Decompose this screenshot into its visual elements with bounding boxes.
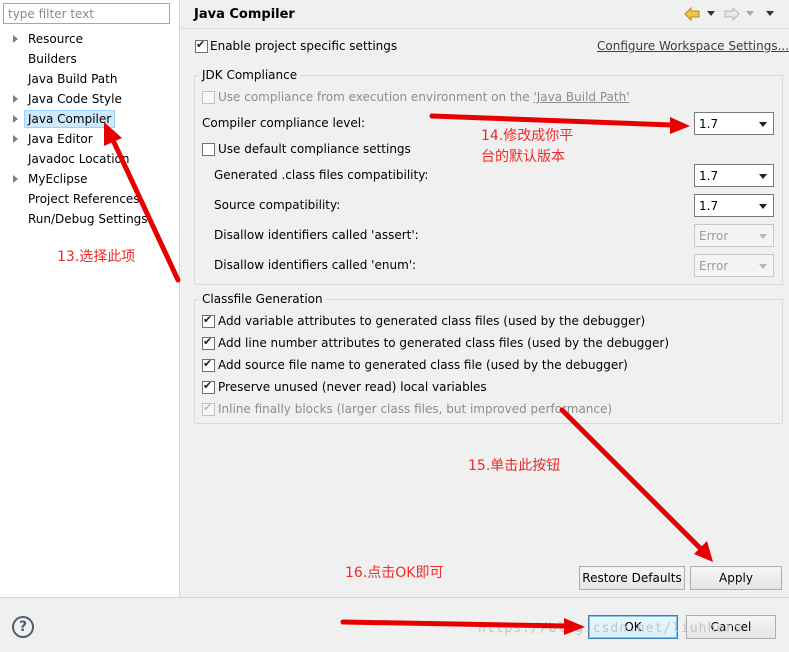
annotation-step16: 16.点击OK即可 <box>345 565 444 581</box>
expand-chevron-icon[interactable] <box>13 115 18 123</box>
compliance-level-label: Compiler compliance level: <box>202 116 366 130</box>
tree-item[interactable]: Builders <box>0 50 178 68</box>
forward-menu-chevron-down-icon[interactable] <box>746 11 754 16</box>
back-menu-chevron-down-icon[interactable] <box>707 11 715 16</box>
view-menu-chevron-down-icon[interactable] <box>766 11 774 16</box>
tree-item[interactable]: Resource <box>0 30 178 48</box>
classfile-option-checkbox[interactable] <box>202 401 215 416</box>
tree-item-label: Project References <box>28 192 140 206</box>
jdk-compliance-title: JDK Compliance <box>199 67 301 83</box>
expand-chevron-icon[interactable] <box>13 95 18 103</box>
restore-defaults-button[interactable]: Restore Defaults <box>579 566 685 590</box>
footer-divider <box>0 597 789 598</box>
classfile-option-checkbox[interactable] <box>202 379 215 394</box>
forward-arrow-icon[interactable] <box>724 6 740 22</box>
source-compat-select[interactable]: 1.7 <box>694 194 774 217</box>
annotation-step15: 15.单击此按钮 <box>468 458 561 474</box>
classfile-generation-title: Classfile Generation <box>199 291 326 307</box>
tree-item[interactable]: Java Compiler <box>0 110 178 128</box>
class-compat-select[interactable]: 1.7 <box>694 164 774 187</box>
compliance-level-select[interactable]: 1.7 <box>694 112 774 135</box>
use-default-compliance-label: Use default compliance settings <box>218 142 411 156</box>
chevron-down-icon <box>759 174 767 179</box>
chevron-down-icon <box>759 122 767 127</box>
tree-item-label: Java Compiler <box>24 110 116 128</box>
tree-item-label: Resource <box>28 32 84 46</box>
navigation-pane: Resource Builders Java Build Path Java Code… <box>0 0 180 597</box>
expand-chevron-icon[interactable] <box>13 135 18 143</box>
filter-input[interactable] <box>3 3 170 24</box>
tree-item[interactable]: Java Build Path <box>0 70 178 88</box>
enable-project-settings-checkbox[interactable] <box>195 38 208 53</box>
classfile-option-checkbox[interactable] <box>202 335 215 350</box>
tree-item[interactable]: MyEclipse <box>0 170 178 188</box>
tree-item-label: Java Editor <box>28 132 93 146</box>
chevron-down-icon <box>759 234 767 239</box>
watermark: https://blog.csdn.net/liuhhers <box>478 621 743 636</box>
tree-item-label: Java Build Path <box>28 72 118 86</box>
tree-item-label: Java Code Style <box>28 92 122 106</box>
annotation-step14-line1: 14.修改成你平 <box>481 128 574 144</box>
tree-item[interactable]: Java Code Style <box>0 90 178 108</box>
page-title: Java Compiler <box>194 7 295 22</box>
help-icon[interactable]: ? <box>12 616 34 638</box>
tree-item-label: MyEclipse <box>28 172 88 186</box>
disallow-enum-label: Disallow identifiers called 'enum': <box>214 258 417 272</box>
disallow-assert-label: Disallow identifiers called 'assert': <box>214 228 419 242</box>
tree-item-label: Run/Debug Settings <box>28 212 148 226</box>
disallow-assert-value: Error <box>699 229 729 243</box>
classfile-option-checkbox[interactable] <box>202 357 215 372</box>
chevron-down-icon <box>759 264 767 269</box>
use-env-compliance-label: Use compliance from execution environmen… <box>218 89 630 105</box>
apply-button[interactable]: Apply <box>690 566 782 590</box>
enable-project-settings-label: Enable project specific settings <box>210 39 398 53</box>
header-divider <box>181 28 789 29</box>
classfile-option-label: Add variable attributes to generated cla… <box>218 314 646 328</box>
classfile-option-label: Add line number attributes to generated … <box>218 336 670 350</box>
tree-item[interactable]: Javadoc Location <box>0 150 178 168</box>
classfile-option-checkbox[interactable] <box>202 313 215 328</box>
tree-item[interactable]: Java Editor <box>0 130 178 148</box>
expand-chevron-icon[interactable] <box>13 175 18 183</box>
classfile-option-label: Preserve unused (never read) local varia… <box>218 380 487 394</box>
tree-item[interactable]: Project References <box>0 190 178 208</box>
tree-item-label: Builders <box>28 52 77 66</box>
annotation-step14-line2: 台的默认版本 <box>481 149 565 165</box>
use-env-compliance-text: Use compliance from execution environmen… <box>218 90 534 104</box>
compliance-level-value: 1.7 <box>699 117 719 131</box>
chevron-down-icon <box>759 204 767 209</box>
tree-item[interactable]: Run/Debug Settings <box>0 210 178 228</box>
java-build-path-link[interactable]: 'Java Build Path' <box>533 90 629 104</box>
annotation-step13: 13.选择此项 <box>57 249 136 265</box>
expand-chevron-icon[interactable] <box>13 35 18 43</box>
back-arrow-icon[interactable] <box>684 6 700 22</box>
disallow-enum-select[interactable]: Error <box>694 254 774 277</box>
disallow-enum-value: Error <box>699 259 729 273</box>
configure-workspace-settings-link[interactable]: Configure Workspace Settings... <box>597 38 789 54</box>
class-compat-label: Generated .class files compatibility: <box>214 168 429 182</box>
class-compat-value: 1.7 <box>699 169 719 183</box>
use-default-compliance-checkbox[interactable] <box>202 143 215 156</box>
use-env-compliance-checkbox[interactable] <box>202 91 215 104</box>
classfile-option-label: Add source file name to generated class … <box>218 358 628 372</box>
disallow-assert-select[interactable]: Error <box>694 224 774 247</box>
annotation-arrow-step15 <box>559 407 713 562</box>
classfile-option-label: Inline finally blocks (larger class file… <box>218 402 613 416</box>
tree-item-label: Javadoc Location <box>28 152 130 166</box>
source-compat-value: 1.7 <box>699 199 719 213</box>
source-compat-label: Source compatibility: <box>214 198 341 212</box>
